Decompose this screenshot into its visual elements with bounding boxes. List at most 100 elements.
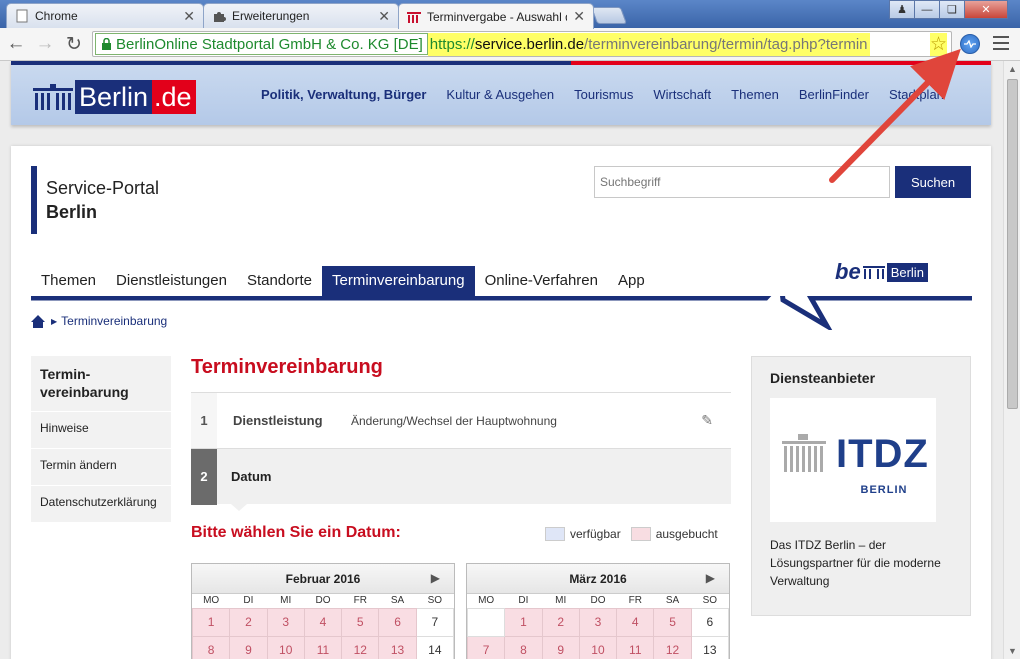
top-navigation: Politik, Verwaltung, Bürger Kultur & Aus… — [261, 87, 964, 102]
calendar-day[interactable]: 14 — [415, 635, 455, 659]
chevron-right-icon[interactable]: ▶ — [431, 571, 440, 585]
tab-terminvergabe[interactable]: Terminvergabe - Auswahl des ✕ — [398, 3, 594, 29]
provider-text: Das ITDZ Berlin – der Lösungspartner für… — [770, 538, 941, 588]
portal-title[interactable]: Service-Portal Berlin — [31, 166, 159, 234]
step-datum: 2 Datum — [191, 448, 731, 511]
ev-certificate-badge[interactable]: BerlinOnline Stadtportal GmbH & Co. KG [… — [95, 33, 428, 55]
topnav-item[interactable]: Kultur & Ausgehen — [446, 87, 554, 102]
provider-box: Diensteanbieter ITDZ BERLIN Das ITDZ Ber… — [751, 356, 971, 616]
bookmark-star-icon[interactable]: ☆ — [929, 33, 947, 56]
close-icon[interactable]: ✕ — [183, 8, 195, 25]
calendar-day: 3 — [266, 607, 305, 637]
calendar-day-empty — [466, 607, 506, 637]
calendar-day: 1 — [504, 607, 543, 637]
breadcrumb: ▶ Terminvereinbarung — [31, 314, 167, 328]
tab-strip: Chrome ✕ Erweiterungen ✕ Terminvergabe -… — [0, 0, 1020, 29]
new-tab-button[interactable] — [590, 7, 628, 24]
topnav-item[interactable]: Stadtplan — [889, 87, 944, 102]
topnav-item[interactable]: Politik, Verwaltung, Bürger — [261, 87, 426, 102]
legend-free-swatch — [545, 527, 565, 541]
nav-online-verfahren[interactable]: Online-Verfahren — [475, 266, 608, 298]
main-navigation: Themen Dienstleistungen Standorte Termin… — [31, 266, 655, 298]
calendar-day[interactable]: 7 — [415, 607, 455, 637]
nav-themen[interactable]: Themen — [31, 266, 106, 298]
home-icon[interactable] — [31, 314, 45, 328]
calendar-day: 8 — [504, 635, 543, 659]
sidenav-item-datenschutz[interactable]: Datenschutzerklärung — [31, 486, 171, 523]
calendar-day[interactable]: 6 — [690, 607, 730, 637]
url-text: https://service.berlin.de/terminvereinba… — [427, 32, 870, 56]
calendar-day: 5 — [341, 607, 380, 637]
puzzle-icon — [212, 9, 226, 23]
itdz-logo-sub: BERLIN — [860, 484, 908, 496]
calendar-day[interactable]: 13 — [690, 635, 730, 659]
calendar-month-title: März 2016 — [569, 571, 627, 586]
sidenav-item-terminvereinbarung[interactable]: Termin-vereinbarung — [31, 356, 171, 412]
forward-icon[interactable]: → — [34, 33, 56, 55]
restore-button[interactable]: ❏ — [939, 0, 965, 19]
topnav-item[interactable]: Tourismus — [574, 87, 633, 102]
calendar-day: 12 — [341, 635, 380, 659]
close-icon[interactable]: ✕ — [573, 8, 585, 25]
step-label: Datum — [231, 469, 272, 484]
ev-label: BerlinOnline Stadtportal GmbH & Co. KG [… — [116, 35, 423, 53]
calendar-day: 8 — [191, 635, 231, 659]
window-close-button[interactable]: ✕ — [964, 0, 1008, 19]
berlin-de-logo[interactable]: Berlin .de — [31, 77, 196, 117]
scrollbar-thumb[interactable] — [1007, 79, 1018, 409]
nav-dienstleistungen[interactable]: Dienstleistungen — [106, 266, 237, 298]
nav-standorte[interactable]: Standorte — [237, 266, 322, 298]
scroll-down-icon[interactable]: ▼ — [1008, 646, 1017, 656]
scroll-up-icon[interactable]: ▲ — [1008, 64, 1017, 74]
user-icon[interactable]: ♟ — [889, 0, 915, 19]
page-scrollbar[interactable]: ▲ ▼ — [1003, 61, 1020, 659]
side-navigation: Termin-vereinbarung Hinweise Termin ände… — [31, 356, 171, 523]
legend-free-label: verfügbar — [570, 527, 621, 541]
search-button[interactable]: Suchen — [895, 166, 971, 198]
pencil-icon[interactable]: ✎ — [701, 412, 713, 429]
sidenav-item-hinweise[interactable]: Hinweise — [31, 412, 171, 449]
content-card: Service-Portal Berlin Suchen Themen Dien… — [11, 146, 991, 659]
breadcrumb-item[interactable]: Terminvereinbarung — [61, 314, 167, 328]
legend-booked-swatch — [630, 527, 651, 541]
tab-extensions[interactable]: Erweiterungen ✕ — [203, 3, 399, 28]
nav-lightning-line — [31, 296, 972, 330]
tab-chrome[interactable]: Chrome ✕ — [6, 3, 204, 28]
calendar-day: 11 — [616, 635, 655, 659]
close-icon[interactable]: ✕ — [378, 8, 390, 25]
menu-icon[interactable] — [993, 36, 1009, 50]
calendar-day: 5 — [653, 607, 692, 637]
step-number: 1 — [191, 392, 217, 449]
reload-icon[interactable]: ↻ — [63, 33, 85, 55]
legend-booked-label: ausgebucht — [655, 527, 718, 541]
itdz-logo-text: ITDZ — [836, 432, 929, 476]
chevron-right-icon[interactable]: ▶ — [706, 571, 715, 585]
sidenav-item-termin-aendern[interactable]: Termin ändern — [31, 449, 171, 486]
calendar-day: 6 — [378, 607, 417, 637]
back-icon[interactable]: ← — [5, 33, 27, 55]
logo-tld: .de — [152, 80, 196, 114]
chrome-page-icon — [15, 9, 29, 23]
topnav-item[interactable]: BerlinFinder — [799, 87, 869, 102]
calendar-day: 7 — [466, 635, 506, 659]
address-bar[interactable]: BerlinOnline Stadtportal GmbH & Co. KG [… — [92, 31, 952, 57]
chevron-right-icon: ▶ — [51, 316, 58, 326]
topnav-item[interactable]: Themen — [731, 87, 779, 102]
brandenburg-gate-icon — [862, 266, 885, 279]
calendar-day: 2 — [541, 607, 580, 637]
nav-app[interactable]: App — [608, 266, 655, 298]
calendar-day: 11 — [303, 635, 343, 659]
window-controls: ♟ — ❏ ✕ — [889, 0, 1008, 20]
be-berlin-logo: be Berlin — [835, 259, 928, 285]
page-title: Terminvereinbarung — [191, 356, 383, 378]
lock-icon — [102, 38, 111, 50]
extension-icon[interactable] — [960, 34, 980, 54]
minimize-button[interactable]: — — [914, 0, 940, 19]
search-input[interactable] — [594, 166, 890, 198]
calendar-day: 12 — [653, 635, 692, 659]
topnav-item[interactable]: Wirtschaft — [653, 87, 711, 102]
calendar-day: 4 — [303, 607, 343, 637]
calendar-february: Februar 2016 ▶ MO DI MI DO FR SA SO 1 2 3 4 5 6… — [191, 563, 455, 659]
nav-terminvereinbarung[interactable]: Terminvereinbarung — [321, 266, 475, 298]
browser-toolbar: ← → ↻ BerlinOnline Stadtportal GmbH & Co… — [0, 28, 1020, 61]
